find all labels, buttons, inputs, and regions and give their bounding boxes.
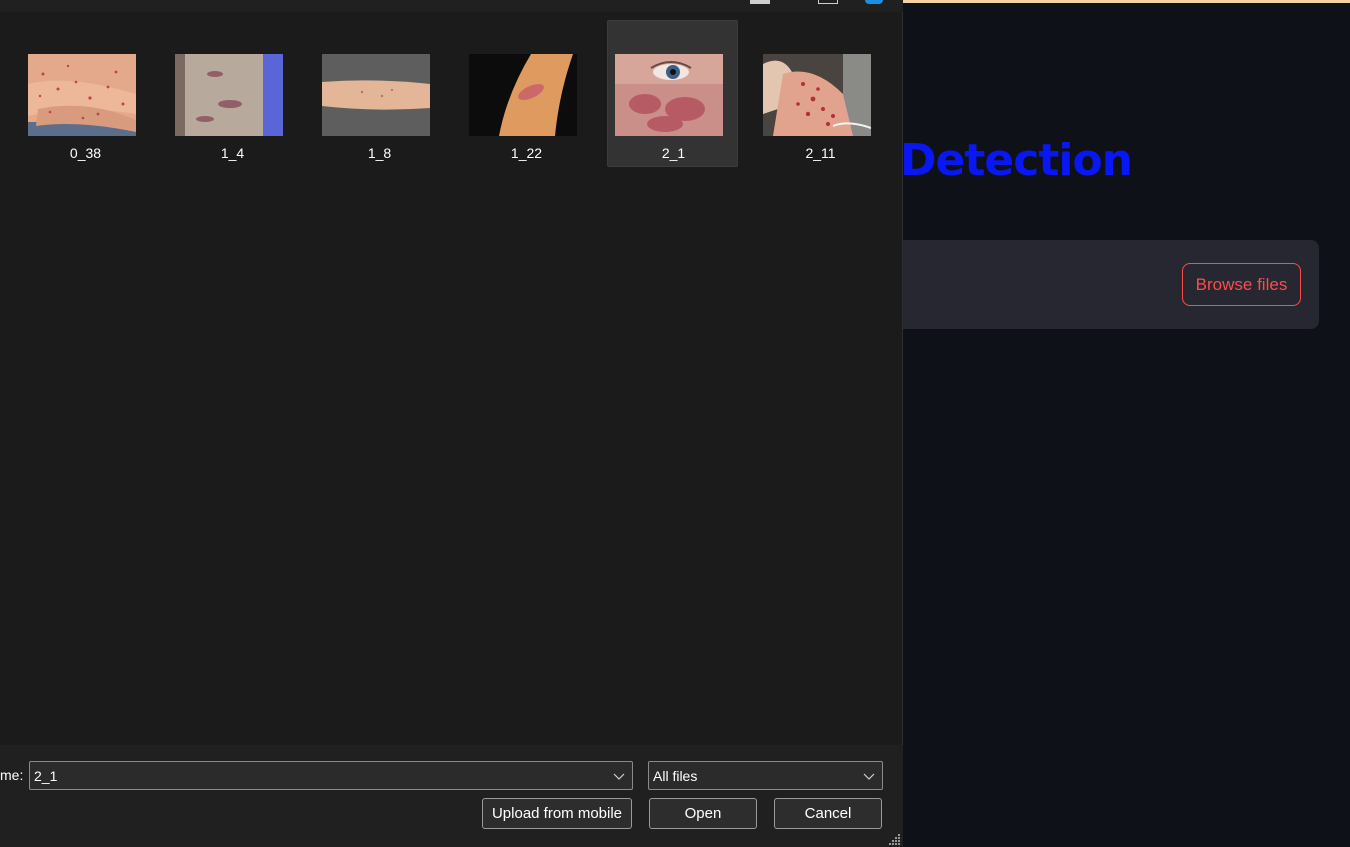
minimize-icon[interactable]	[750, 0, 770, 4]
maximize-icon[interactable]	[818, 0, 838, 4]
filename-input[interactable]: 2_1	[29, 761, 633, 790]
filename-label: me:	[0, 767, 24, 783]
image-thumbnail	[175, 54, 283, 136]
file-grid: 0_38 1_4 1_8 1_22 2_1 2_11	[0, 20, 903, 180]
file-name: 1_4	[220, 145, 245, 161]
file-type-select[interactable]: All files	[648, 761, 883, 790]
file-item[interactable]: 1_22	[461, 20, 592, 167]
file-name: 2_1	[661, 145, 686, 161]
image-thumbnail	[763, 54, 871, 136]
file-name: 1_22	[510, 145, 543, 161]
file-name: 2_11	[805, 145, 836, 161]
cancel-button[interactable]: Cancel	[774, 798, 882, 829]
image-thumbnail	[469, 54, 577, 136]
file-uploader: Browse files	[903, 240, 1319, 329]
dialog-footer: me: 2_1 All files Upload from mobile Ope…	[0, 745, 903, 847]
file-item[interactable]: 1_4	[167, 20, 298, 167]
image-thumbnail	[322, 54, 430, 136]
file-name: 0_38	[69, 145, 102, 161]
chevron-down-icon[interactable]	[862, 769, 876, 783]
page-title: Detection	[900, 135, 1133, 186]
open-button[interactable]: Open	[649, 798, 757, 829]
file-type-value: All files	[653, 768, 698, 784]
app-top-decoration	[903, 0, 1350, 3]
file-item[interactable]: 2_11	[755, 20, 886, 167]
resize-grip-icon[interactable]	[889, 833, 901, 845]
browse-files-button[interactable]: Browse files	[1182, 263, 1301, 306]
image-thumbnail	[615, 54, 723, 136]
chevron-down-icon[interactable]	[612, 769, 626, 783]
file-open-dialog: 0_38 1_4 1_8 1_22 2_1 2_11 me: 2_1 All f…	[0, 0, 903, 847]
file-item-selected[interactable]: 2_1	[607, 20, 738, 167]
file-item[interactable]: 1_8	[314, 20, 445, 167]
file-name: 1_8	[367, 145, 392, 161]
dialog-toolbar	[0, 0, 903, 12]
filename-value: 2_1	[34, 768, 58, 784]
help-icon[interactable]	[865, 0, 883, 4]
upload-from-mobile-button[interactable]: Upload from mobile	[482, 798, 632, 829]
file-item[interactable]: 0_38	[20, 20, 151, 167]
image-thumbnail	[28, 54, 136, 136]
